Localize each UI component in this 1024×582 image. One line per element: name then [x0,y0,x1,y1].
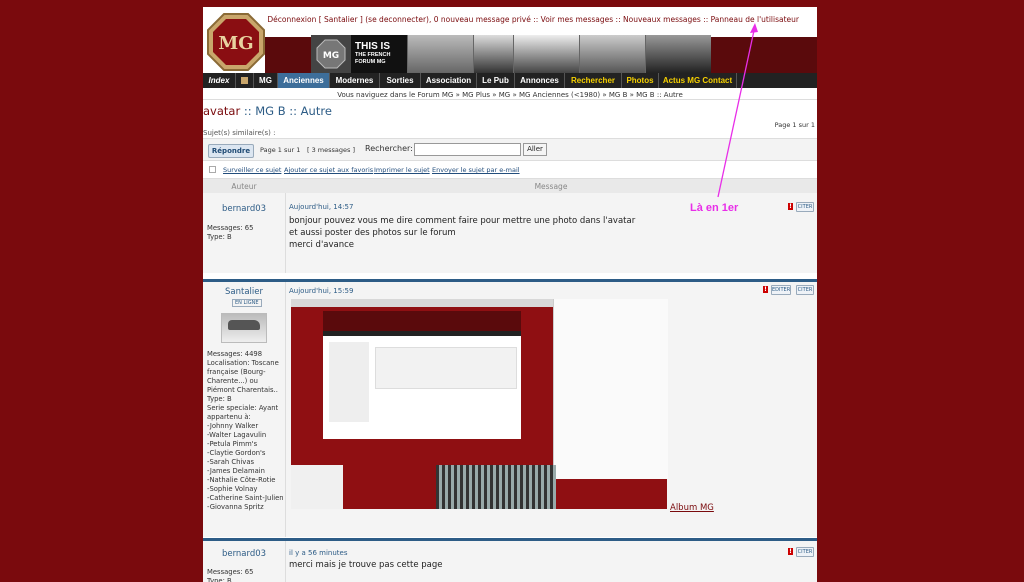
banner-mg-icon: MG [311,35,351,73]
edit-button[interactable]: EDITER [771,285,791,295]
album-link[interactable]: Album MG [670,503,714,513]
author-column-header: Auteur [231,182,257,191]
nav-association[interactable]: Association [421,73,477,88]
post-body: merci mais je trouve pas cette page [289,560,443,570]
quote-button[interactable]: CITER [796,202,814,212]
topic-title[interactable]: avatar :: MG B :: Autre [203,104,332,118]
topic-toolbar: Répondre Page 1 sur 1 [ 3 messages ] Rec… [203,138,817,161]
message-count: [ 3 messages ] [307,146,356,154]
nav-le-pub[interactable]: Le Pub [477,73,515,88]
message-column-header: Message [534,182,568,191]
search-input[interactable] [414,143,521,156]
banner-photo-car-4 [645,35,711,73]
nav-annonces[interactable]: Annonces [515,73,565,88]
watch-checkbox-icon[interactable] [209,166,216,173]
banner-photo-car-1 [407,35,473,73]
banner-title: THIS IS THE FRENCH FORUM MG [351,35,407,73]
report-icon[interactable]: ! [763,286,768,293]
post-author-meta: Messages: 4498 Localisation: Toscane fra… [207,350,284,511]
post-author[interactable]: bernard03 [203,204,285,214]
nav-anciennes[interactable]: Anciennes [278,73,330,88]
banner-photo-car-3 [579,35,645,73]
post-author-meta: Messages: 65 Type: B [207,568,254,582]
post-author[interactable]: Santalier [203,287,285,297]
page-count: Page 1 sur 1 [774,121,815,129]
top-bar: Déconnexion [ Santalier ] (se deconnecte… [203,7,817,35]
user-links[interactable]: Déconnexion [ Santalier ] (se deconnecte… [267,15,799,24]
post-image-screenshot[interactable] [291,299,668,509]
user-avatar [221,313,267,343]
topic-actions: Surveiller ce sujet Ajouter ce sujet aux… [203,165,817,177]
nested-window-bar [291,299,553,307]
svg-text:MG: MG [323,51,339,61]
print-topic-link[interactable]: Imprimer le sujet [374,166,430,174]
post-author[interactable]: bernard03 [203,549,285,559]
posts-table-header: Auteur Message [203,178,817,193]
watch-topic-link[interactable]: Surveiller ce sujet [223,166,281,174]
nav-index[interactable]: Index [203,73,236,88]
nav-home-icon[interactable] [236,73,254,88]
site-banner: MG THIS IS THE FRENCH FORUM MG [311,35,711,73]
nav-mg[interactable]: MG [254,73,278,88]
post-body: bonjour pouvez vous me dire comment fair… [289,216,636,250]
annotation-label: Là en 1er [690,202,739,214]
online-badge: EN LIGNE [232,299,262,307]
post-timestamp[interactable]: Aujourd'hui, 14:57 [289,203,353,211]
mg-logo-icon[interactable]: MG [207,13,265,71]
nested-left-list [291,465,343,509]
report-icon[interactable]: ! [788,548,793,555]
nav-rechercher[interactable]: Rechercher [565,73,622,88]
nav-actus-contact[interactable]: Actus MG Contact [659,73,737,88]
divider [203,99,817,100]
search-go-button[interactable]: Aller [523,143,547,156]
topic-title-forum[interactable]: :: MG B :: Autre [240,104,332,118]
post-3: bernard03 Messages: 65 Type: B il y a 56… [203,541,817,582]
similar-topics-label: Sujet(s) similaire(s) : [203,129,276,137]
post-timestamp[interactable]: Aujourd'hui, 15:59 [289,287,353,295]
nested-page [323,311,521,439]
pagination-info: Page 1 sur 1 [260,146,301,154]
breadcrumb[interactable]: Vous naviguez dans le Forum MG » MG Plus… [203,91,817,99]
reply-button[interactable]: Répondre [208,144,254,158]
nav-photos[interactable]: Photos [622,73,659,88]
email-topic-link[interactable]: Envoyer le sujet par e-mail [432,166,520,174]
forum-page: Déconnexion [ Santalier ] (se deconnecte… [203,7,817,582]
nav-modernes[interactable]: Modernes [330,73,380,88]
topic-title-avatar[interactable]: avatar [203,104,240,118]
banner-photo-car-2 [513,35,579,73]
favorite-topic-link[interactable]: Ajouter ce sujet aux favoris [284,166,373,174]
banner-photo-portrait [473,35,513,73]
svg-text:MG: MG [218,33,253,54]
nav-sorties[interactable]: Sorties [380,73,421,88]
post-timestamp[interactable]: il y a 56 minutes [289,549,347,557]
post-author-meta: Messages: 65 Type: B [207,224,254,241]
quote-button[interactable]: CITER [796,285,814,295]
quote-button[interactable]: CITER [796,547,814,557]
nested-photo [436,465,556,509]
search-label: Rechercher: [365,144,413,153]
nested-right-window [553,299,668,479]
report-icon[interactable]: ! [788,203,793,210]
main-nav: Index MG Anciennes Modernes Sorties Asso… [203,73,817,88]
